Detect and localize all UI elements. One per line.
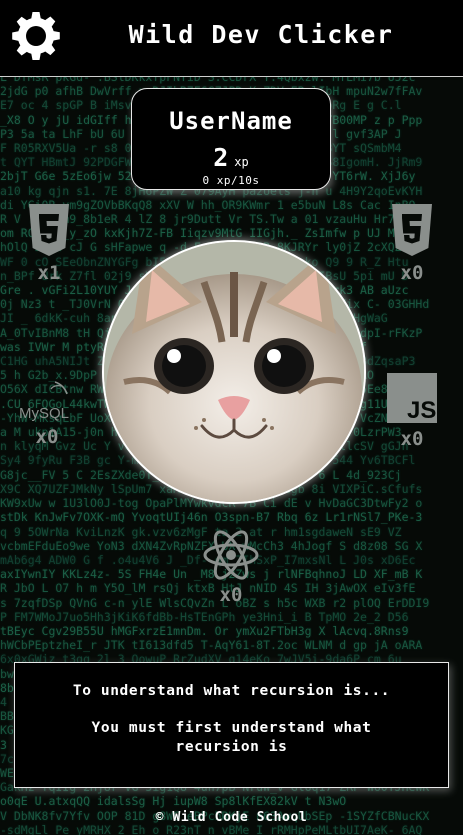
code-line: hWCbPEptzheI_r JTK tI613dfd5 T-AqY61-8T.… <box>0 638 423 653</box>
user-name: UserName <box>169 107 293 135</box>
app-screen: L DfMsR pkGd- .BSlDKkxfpFNYiD S.CCDrX Y.… <box>0 0 463 835</box>
js-label: JS <box>407 397 436 424</box>
react-icon <box>203 530 259 580</box>
quote-line-1: To understand what recursion is... <box>72 683 391 699</box>
tech-css3-count: x0 <box>400 262 424 284</box>
quote-box: To understand what recursion is... You m… <box>14 662 449 788</box>
html5-icon <box>29 204 69 256</box>
footer-copyright: © Wild Code School <box>155 810 308 825</box>
code-line: tBEyc Cgv29B55U hMGFxrzE1mnDm. Or ymXu2F… <box>0 623 409 638</box>
user-card: UserName 2 xp 0 xp/10s <box>131 88 331 190</box>
tech-html5-count: x1 <box>37 262 61 284</box>
tech-js-count: x0 <box>400 428 424 450</box>
code-line: stDk KnJwFv7OXK-mQ YvoqtUIj46n O3spn-B7 … <box>0 510 423 525</box>
xp-rate: 0 xp/10s <box>202 174 260 187</box>
quote-line-2: You must first understand what recursion… <box>91 720 372 755</box>
tech-mysql[interactable]: MySQL x0 <box>12 378 82 448</box>
gear-icon <box>12 12 60 60</box>
xp-unit: xp <box>234 155 249 169</box>
xp-value: 2 <box>213 143 229 172</box>
app-title: Wild Dev Clicker <box>128 20 394 49</box>
tech-js[interactable]: JS x0 <box>377 370 447 450</box>
tech-mysql-count: x0 <box>35 426 59 448</box>
code-line: o0qE U.atxqQQ idalsSg Hj iupW8 Sp8lKfEX8… <box>0 794 347 809</box>
smiling-cat-icon <box>104 242 364 502</box>
tech-html5[interactable]: x1 <box>14 202 84 284</box>
code-line: P FM7WMoJ7uo5Hh3jKiK6fdBb-HsTEnGPh ye3Hn… <box>0 609 409 624</box>
app-header: Wild Dev Clicker <box>0 0 463 77</box>
css3-icon <box>392 204 432 256</box>
tech-react-count: x0 <box>219 584 243 606</box>
mysql-label: MySQL <box>19 405 69 422</box>
tech-react[interactable]: x0 <box>196 528 266 606</box>
js-icon: JS <box>387 373 437 424</box>
settings-button[interactable] <box>10 10 62 62</box>
cat-clicker-button[interactable] <box>102 240 366 504</box>
mysql-icon: MySQL <box>19 381 69 422</box>
tech-css3[interactable]: x0 <box>377 202 447 284</box>
xp-row: 2 xp <box>132 143 330 172</box>
